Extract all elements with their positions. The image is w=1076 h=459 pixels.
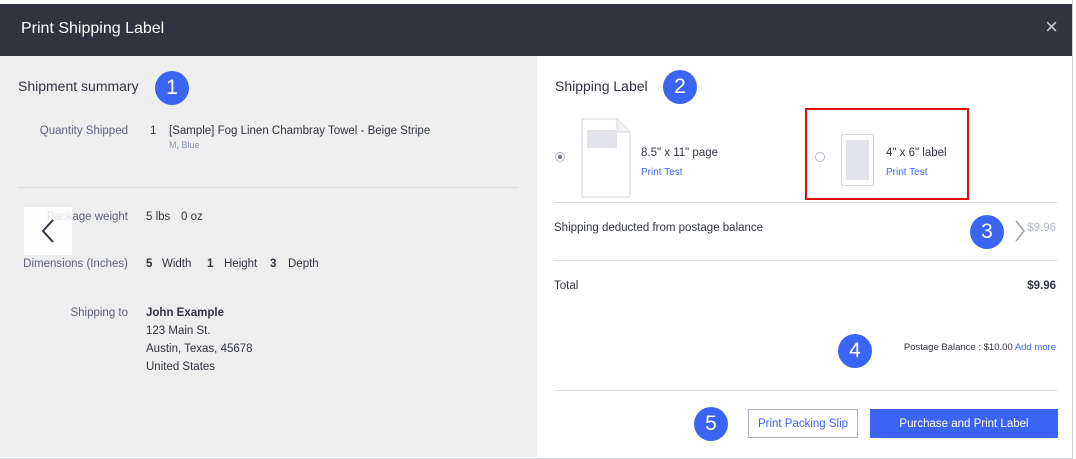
total-label: Total [554,280,579,292]
shipment-summary-heading: Shipment summary [18,78,139,94]
address-city: Austin, Texas, 45678 [146,343,253,355]
page-size-radio[interactable] [555,152,565,162]
print-shipping-label-modal: Print Shipping Label × Shipment summary … [0,0,1076,459]
chevron-left-icon [41,219,54,243]
dimension-height-label: Height [224,258,258,270]
shipping-label-heading: Shipping Label [555,78,648,94]
quantity-value: 1 [150,125,157,137]
modal-title: Print Shipping Label [21,20,165,37]
step-badge-2: 2 [663,70,697,104]
cost-divider [554,260,1057,261]
summary-divider [18,187,518,188]
dimension-width-value: 5 [146,258,153,270]
label-divider [554,202,1057,203]
recipient-name: John Example [146,307,224,319]
dimension-depth-value: 3 [270,258,277,270]
shipment-summary-panel: Shipment summary 1 Quantity Shipped 1 [S… [0,56,537,457]
dimension-depth-label: Depth [288,258,319,270]
dimension-width-label: Width [162,258,192,270]
step-badge-3: 3 [970,215,1004,249]
deducted-text: Shipping deducted from postage balance [554,222,764,234]
label-option-label: 4" x 6" label [886,147,947,159]
page-document-icon [581,118,631,198]
purchase-and-print-button[interactable]: Purchase and Print Label [870,409,1058,438]
weight-oz-value: 0 oz [181,211,203,223]
weight-lbs-value: 5 lbs [146,211,171,223]
item-variant: M, Blue [169,140,200,150]
actions-divider [554,390,1057,391]
dimensions-label: Dimensions (Inches) [23,258,128,270]
label-document-icon [841,134,874,186]
shipping-label-panel: Shipping Label 2 8.5" x 11" page Print T… [537,56,1072,457]
step-badge-1: 1 [155,71,189,105]
label-print-test-link[interactable]: Print Test [886,167,928,178]
shipping-to-label: Shipping to [70,307,128,319]
add-more-link[interactable]: Add more [1015,342,1056,353]
page-option-label: 8.5" x 11" page [641,147,719,159]
postage-balance: Postage Balance : $10.00 Add more [904,342,1056,353]
dimension-height-value: 1 [207,258,214,270]
print-packing-slip-button[interactable]: Print Packing Slip [748,409,858,438]
item-name: [Sample] Fog Linen Chambray Towel - Beig… [169,125,431,137]
chevron-right-icon[interactable] [1013,218,1027,244]
postage-balance-text: Postage Balance : $10.00 [903,342,1013,353]
step-badge-4: 4 [838,334,872,368]
quantity-shipped-label: Quantity Shipped [39,125,128,137]
previous-arrow-button[interactable] [24,207,72,255]
address-country: United States [146,361,216,373]
label-size-radio[interactable] [815,152,825,162]
modal-header: Print Shipping Label × [0,4,1072,56]
page-print-test-link[interactable]: Print Test [641,167,683,178]
address-street: 123 Main St. [146,325,211,337]
deducted-amount: $9.96 [1027,222,1056,234]
step-badge-5: 5 [694,407,728,441]
total-amount: $9.96 [1027,280,1056,292]
close-icon[interactable]: × [1045,16,1058,38]
